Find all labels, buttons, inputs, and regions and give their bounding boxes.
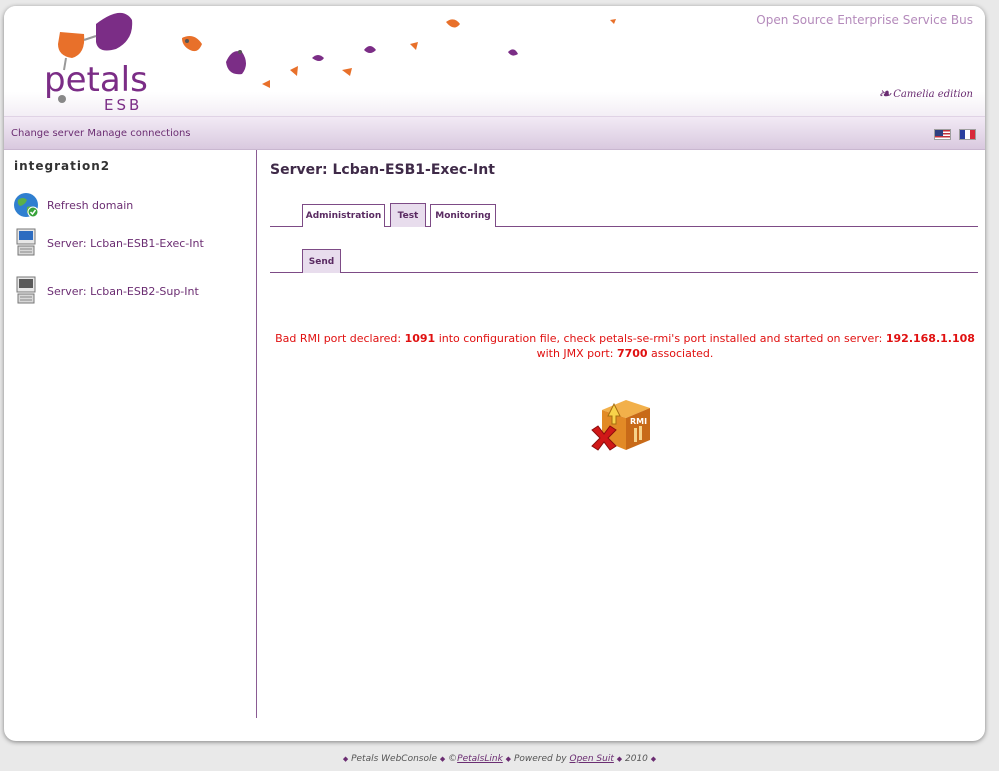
logo-subtext: ESB: [104, 96, 142, 114]
globe-refresh-icon: [12, 191, 40, 219]
server-icon: [12, 228, 40, 257]
diamond-icon: ◆: [342, 755, 349, 763]
diamond-icon: ◆: [616, 755, 623, 763]
error-text: into configuration file, check petals-se…: [435, 332, 886, 345]
sidebar: integration2 Refresh domain Server: Lcba…: [4, 150, 257, 718]
page-title: Server: Lcban-ESB1-Exec-Int: [270, 162, 495, 178]
footer-year: 2010: [625, 754, 648, 764]
sidebar-item-server-esb1[interactable]: Server: Lcban-ESB1-Exec-Int: [12, 228, 252, 258]
diamond-icon: ◆: [439, 755, 446, 763]
footer-app-name: Petals WebConsole: [351, 754, 438, 764]
rmi-label: RMI: [630, 417, 647, 426]
edition-badge: ❧ Camelia edition: [878, 86, 973, 102]
error-text: with JMX port:: [536, 347, 617, 360]
tab-monitoring[interactable]: Monitoring: [430, 204, 496, 227]
footer-copyright: ©: [448, 754, 458, 764]
open-suit-link[interactable]: Open Suit: [570, 754, 614, 764]
header: petals ESB Open Source Enterprise Servic…: [4, 6, 985, 116]
error-message: Bad RMI port declared: 1091 into configu…: [270, 331, 980, 361]
error-text: associated.: [647, 347, 714, 360]
top-menu-bar: Change server Manage connections: [4, 116, 985, 150]
fr-flag-icon[interactable]: [959, 129, 976, 140]
sidebar-item-refresh-domain[interactable]: Refresh domain: [12, 190, 252, 220]
sidebar-item-label: Server: Lcban-ESB2-Sup-Int: [47, 284, 199, 298]
petalslink-link[interactable]: PetalsLink: [457, 754, 503, 764]
top-menu-links: Change server Manage connections: [11, 117, 191, 151]
change-server-link[interactable]: Change server: [11, 128, 84, 139]
error-jmx-value: 7700: [616, 347, 648, 360]
main-content: Server: Lcban-ESB1-Exec-Int Administrati…: [257, 150, 985, 740]
tab-test[interactable]: Test: [390, 203, 426, 227]
logo-text: petals: [44, 60, 148, 100]
tab-administration[interactable]: Administration: [302, 204, 385, 227]
petals-logo: petals ESB: [44, 12, 148, 114]
error-port-value: 1091: [404, 332, 436, 345]
footer-powered-label: Powered by: [513, 754, 567, 764]
manage-connections-link[interactable]: Manage connections: [87, 128, 190, 139]
tagline: Open Source Enterprise Service Bus: [756, 13, 973, 27]
sidebar-item-label: Server: Lcban-ESB1-Exec-Int: [47, 236, 204, 250]
diamond-icon: ◆: [505, 755, 512, 763]
app-frame: petals ESB Open Source Enterprise Servic…: [4, 6, 985, 741]
footer: ◆ Petals WebConsole ◆ ©PetalsLink ◆ Powe…: [0, 754, 999, 764]
diamond-icon: ◆: [650, 755, 657, 763]
domain-title: integration2: [14, 159, 111, 173]
sidebar-item-server-esb2[interactable]: Server: Lcban-ESB2-Sup-Int: [12, 276, 252, 306]
server-icon: [12, 276, 40, 305]
us-flag-icon[interactable]: [934, 129, 951, 140]
main-tab-bar: Administration Test Monitoring: [270, 200, 978, 227]
error-server-value: 192.168.1.108: [885, 332, 975, 345]
petal-decorations: [182, 19, 616, 88]
sub-tab-bar: Send: [270, 246, 978, 273]
tab-send[interactable]: Send: [302, 249, 341, 273]
error-text: Bad RMI port declared:: [275, 332, 405, 345]
sidebar-item-label: Refresh domain: [47, 198, 134, 212]
rmi-package-error-icon: RMI: [590, 394, 654, 458]
edition-flourish-icon: ❧: [877, 84, 892, 103]
edition-label: Camelia edition: [893, 88, 973, 100]
